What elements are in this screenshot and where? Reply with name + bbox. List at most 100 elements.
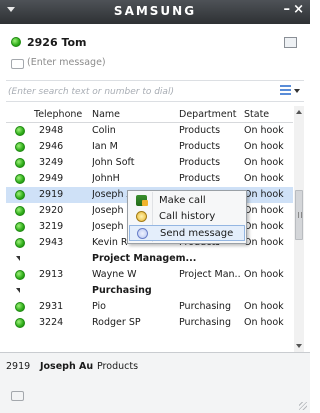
column-header-telephone[interactable]: Telephone: [34, 109, 82, 120]
presence-status-icon: [15, 158, 25, 168]
contact-department: Products: [179, 173, 221, 184]
contact-name: Wayne W: [92, 269, 137, 280]
phone-call-icon: [136, 195, 148, 206]
contact-row[interactable]: 2931 Pio Purchasing On hook: [6, 299, 293, 315]
group-label: Project Managem...: [92, 253, 197, 264]
selected-contact-department: Products: [97, 361, 139, 372]
contact-state: On hook: [244, 173, 284, 184]
contact-department: Products: [179, 125, 221, 136]
menu-item-label: Call history: [159, 211, 216, 222]
menu-item-label: Send message: [160, 228, 234, 239]
selected-contact-name: Joseph Au: [40, 361, 94, 372]
user-status-icon: [11, 37, 21, 47]
contact-telephone: 2946: [39, 141, 64, 152]
contact-telephone: 3224: [39, 317, 64, 328]
contact-state: On hook: [244, 221, 284, 232]
presence-status-icon: [15, 142, 25, 152]
group-row[interactable]: Project Managem...: [6, 251, 293, 267]
menu-item-call-history[interactable]: Call history: [129, 209, 245, 225]
collapse-triangle-icon[interactable]: [16, 256, 20, 261]
contact-telephone: 2913: [39, 269, 64, 280]
contact-row[interactable]: 2948 Colin Products On hook: [6, 123, 293, 139]
contact-row[interactable]: 2949 JohnH Products On hook: [6, 171, 293, 187]
list-view-icon: [280, 85, 291, 95]
presence-status-icon: [15, 206, 25, 216]
presence-status-icon: [15, 238, 25, 248]
contact-department: Products: [179, 157, 221, 168]
contact-name: JohnH: [92, 173, 120, 184]
column-header-name[interactable]: Name: [92, 109, 120, 120]
contact-state: On hook: [244, 189, 284, 200]
contact-row[interactable]: 2946 Ian M Products On hook: [6, 139, 293, 155]
group-row[interactable]: Purchasing: [6, 283, 293, 299]
status-message-input[interactable]: (Enter message): [27, 57, 106, 68]
presence-status-icon: [15, 126, 25, 136]
menu-item-label: Make call: [159, 195, 206, 206]
contact-telephone: 2943: [39, 237, 64, 248]
minimize-button[interactable]: –: [284, 2, 291, 17]
contact-row[interactable]: 3249 John Soft Products On hook: [6, 155, 293, 171]
group-label: Purchasing: [92, 285, 152, 296]
call-history-icon: [136, 211, 147, 222]
contact-state: On hook: [244, 317, 284, 328]
presence-status-icon: [15, 190, 25, 200]
samsung-softphone-window: SAMSUNG – × 2926 Tom (Enter message) Tel…: [0, 0, 310, 413]
scrollbar-thumb[interactable]: [295, 190, 303, 240]
contact-telephone: 2949: [39, 173, 64, 184]
contact-name: Ian M: [92, 141, 118, 152]
contact-name: John Soft: [92, 157, 135, 168]
column-header-state[interactable]: State: [244, 109, 269, 120]
contact-state: On hook: [244, 301, 284, 312]
expand-panel-icon[interactable]: [284, 37, 297, 48]
presence-status-icon: [15, 174, 25, 184]
contact-telephone: 2919: [39, 189, 64, 200]
menu-item-make-call[interactable]: Make call: [129, 193, 245, 209]
current-user-name: 2926 Tom: [27, 36, 87, 49]
contact-state: On hook: [244, 141, 284, 152]
scrollbar[interactable]: [294, 106, 304, 352]
send-message-icon: [137, 228, 148, 239]
selected-contact-number: 2919: [6, 361, 31, 372]
contact-state: On hook: [244, 125, 284, 136]
context-menu: Make call Call history Send message: [127, 190, 247, 244]
presence-status-icon: [15, 270, 25, 280]
resize-grip[interactable]: [299, 402, 307, 410]
presence-status-icon: [15, 222, 25, 232]
search-input[interactable]: [6, 83, 280, 100]
presence-status-icon: [15, 302, 25, 312]
contact-name: Colin: [92, 125, 116, 136]
message-icon: [11, 59, 24, 69]
view-options-button[interactable]: [280, 84, 300, 97]
contact-row[interactable]: 2913 Wayne W Project Man... On hook: [6, 267, 293, 283]
menu-item-send-message[interactable]: Send message: [129, 225, 245, 241]
contact-state: On hook: [244, 237, 284, 248]
window-title: SAMSUNG: [113, 4, 197, 18]
collapse-triangle-icon[interactable]: [16, 288, 20, 293]
contact-state: On hook: [244, 157, 284, 168]
contact-telephone: 2931: [39, 301, 64, 312]
chevron-down-icon: [294, 89, 300, 93]
contact-telephone: 2948: [39, 125, 64, 136]
current-user-header: 2926 Tom (Enter message): [0, 24, 310, 76]
presence-status-icon: [15, 318, 25, 328]
contact-state: On hook: [244, 269, 284, 280]
message-icon[interactable]: [11, 391, 24, 401]
contact-name: Rodger SP: [92, 317, 141, 328]
contact-department: Products: [179, 141, 221, 152]
contact-department: Purchasing: [179, 317, 231, 328]
column-header-department[interactable]: Department: [179, 109, 237, 120]
scroll-up-icon[interactable]: [296, 110, 302, 114]
close-button[interactable]: ×: [293, 2, 304, 17]
contact-telephone: 3249: [39, 157, 64, 168]
scroll-down-icon[interactable]: [296, 344, 302, 348]
search-bar: [6, 80, 304, 102]
contact-telephone: 2920: [39, 205, 64, 216]
contact-department: Project Man...: [179, 269, 241, 280]
contact-telephone: 3219: [39, 221, 64, 232]
title-bar: SAMSUNG – ×: [0, 0, 310, 24]
contact-state: On hook: [244, 205, 284, 216]
contact-name: Pio: [92, 301, 106, 312]
table-header: Telephone Name Department State: [6, 106, 293, 123]
contact-department: Purchasing: [179, 301, 231, 312]
contact-row[interactable]: 3224 Rodger SP Purchasing On hook: [6, 315, 293, 331]
